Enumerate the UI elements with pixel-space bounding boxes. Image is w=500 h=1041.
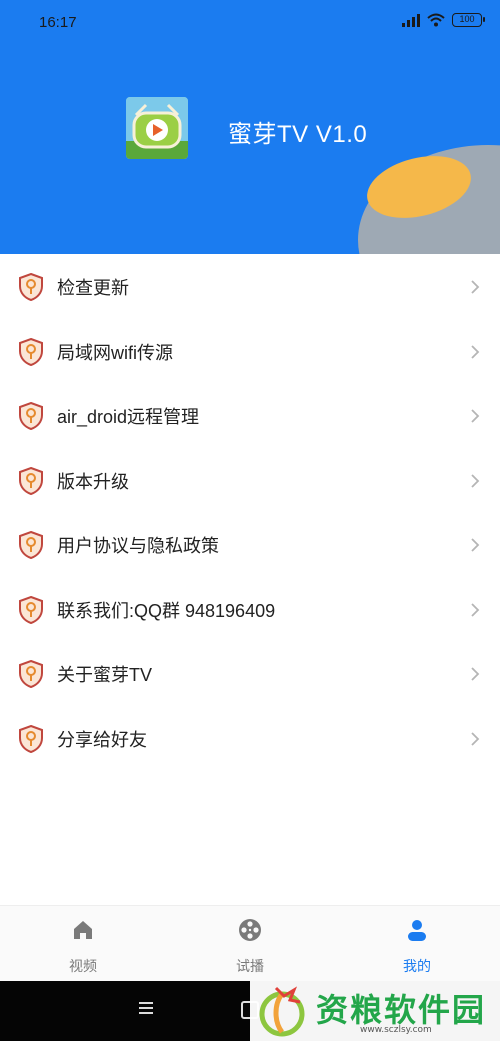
- nav-label: 我的: [403, 958, 431, 974]
- bottom-nav: 视频 试播 我的: [0, 905, 500, 981]
- wifi-icon: [427, 13, 445, 27]
- app-logo: [126, 97, 188, 159]
- chevron-right-icon: [471, 538, 480, 552]
- watermark-logo: [259, 986, 305, 1037]
- home-icon: [74, 921, 92, 939]
- status-icons: 100: [402, 13, 485, 27]
- watermark: 资粮软件园 www.sczlsy.com: [250, 981, 500, 1041]
- menu-item-label: 用户协议与隐私政策: [57, 536, 219, 557]
- battery-icon: 100: [452, 13, 485, 27]
- menu-item-contact-us[interactable]: 联系我们:QQ群 948196409: [0, 578, 500, 643]
- nav-item-video[interactable]: 视频: [0, 906, 166, 982]
- shield-key-icon: [19, 337, 43, 366]
- menu-item-lan-wifi-source[interactable]: 局域网wifi传源: [0, 320, 500, 385]
- menu-item-label: 局域网wifi传源: [57, 342, 173, 363]
- film-reel-icon: [239, 919, 261, 941]
- watermark-url: www.sczlsy.com: [360, 1025, 432, 1035]
- nav-item-mine[interactable]: 我的: [334, 906, 500, 982]
- status-time: 16:17: [39, 14, 77, 31]
- menu-item-label: 分享给好友: [57, 729, 147, 750]
- shield-key-icon: [19, 595, 43, 624]
- shield-key-icon: [19, 466, 43, 495]
- menu-item-label: 关于蜜芽TV: [57, 665, 153, 686]
- profile-header: 16:17 100 蜜芽TV V1.0: [0, 0, 500, 254]
- shield-key-icon: [19, 273, 43, 302]
- chevron-right-icon: [471, 280, 480, 294]
- nav-label: 视频: [69, 958, 97, 974]
- menu-item-check-update[interactable]: 检查更新: [0, 255, 500, 320]
- chevron-right-icon: [471, 409, 480, 423]
- chevron-right-icon: [471, 732, 480, 746]
- nav-item-trial[interactable]: 试播: [167, 906, 333, 982]
- menu-item-air-droid[interactable]: air_droid远程管理: [0, 384, 500, 449]
- recent-apps-icon[interactable]: [139, 1002, 153, 1016]
- status-bar: 16:17 100: [0, 0, 500, 42]
- chevron-right-icon: [471, 474, 480, 488]
- cellular-signal-icon: [402, 13, 420, 27]
- menu-item-user-agreement-privacy[interactable]: 用户协议与隐私政策: [0, 513, 500, 578]
- settings-menu: 检查更新 局域网wifi传源 air_droid远程管理 版本升级 用户协议与隐…: [0, 255, 500, 771]
- user-icon: [408, 920, 426, 941]
- menu-item-about[interactable]: 关于蜜芽TV: [0, 642, 500, 707]
- menu-item-label: 检查更新: [57, 278, 129, 299]
- menu-item-share[interactable]: 分享给好友: [0, 707, 500, 772]
- menu-item-label: 版本升级: [57, 471, 129, 492]
- shield-key-icon: [19, 402, 43, 431]
- menu-item-version-upgrade[interactable]: 版本升级: [0, 449, 500, 514]
- chevron-right-icon: [471, 667, 480, 681]
- menu-item-label: 联系我们:QQ群 948196409: [57, 600, 276, 621]
- nav-label: 试播: [236, 958, 264, 974]
- shield-key-icon: [19, 660, 43, 689]
- app-title: 蜜芽TV V1.0: [228, 121, 368, 148]
- shield-key-icon: [19, 531, 43, 560]
- chevron-right-icon: [471, 345, 480, 359]
- menu-item-label: air_droid远程管理: [57, 407, 200, 428]
- chevron-right-icon: [471, 603, 480, 617]
- shield-key-icon: [19, 724, 43, 753]
